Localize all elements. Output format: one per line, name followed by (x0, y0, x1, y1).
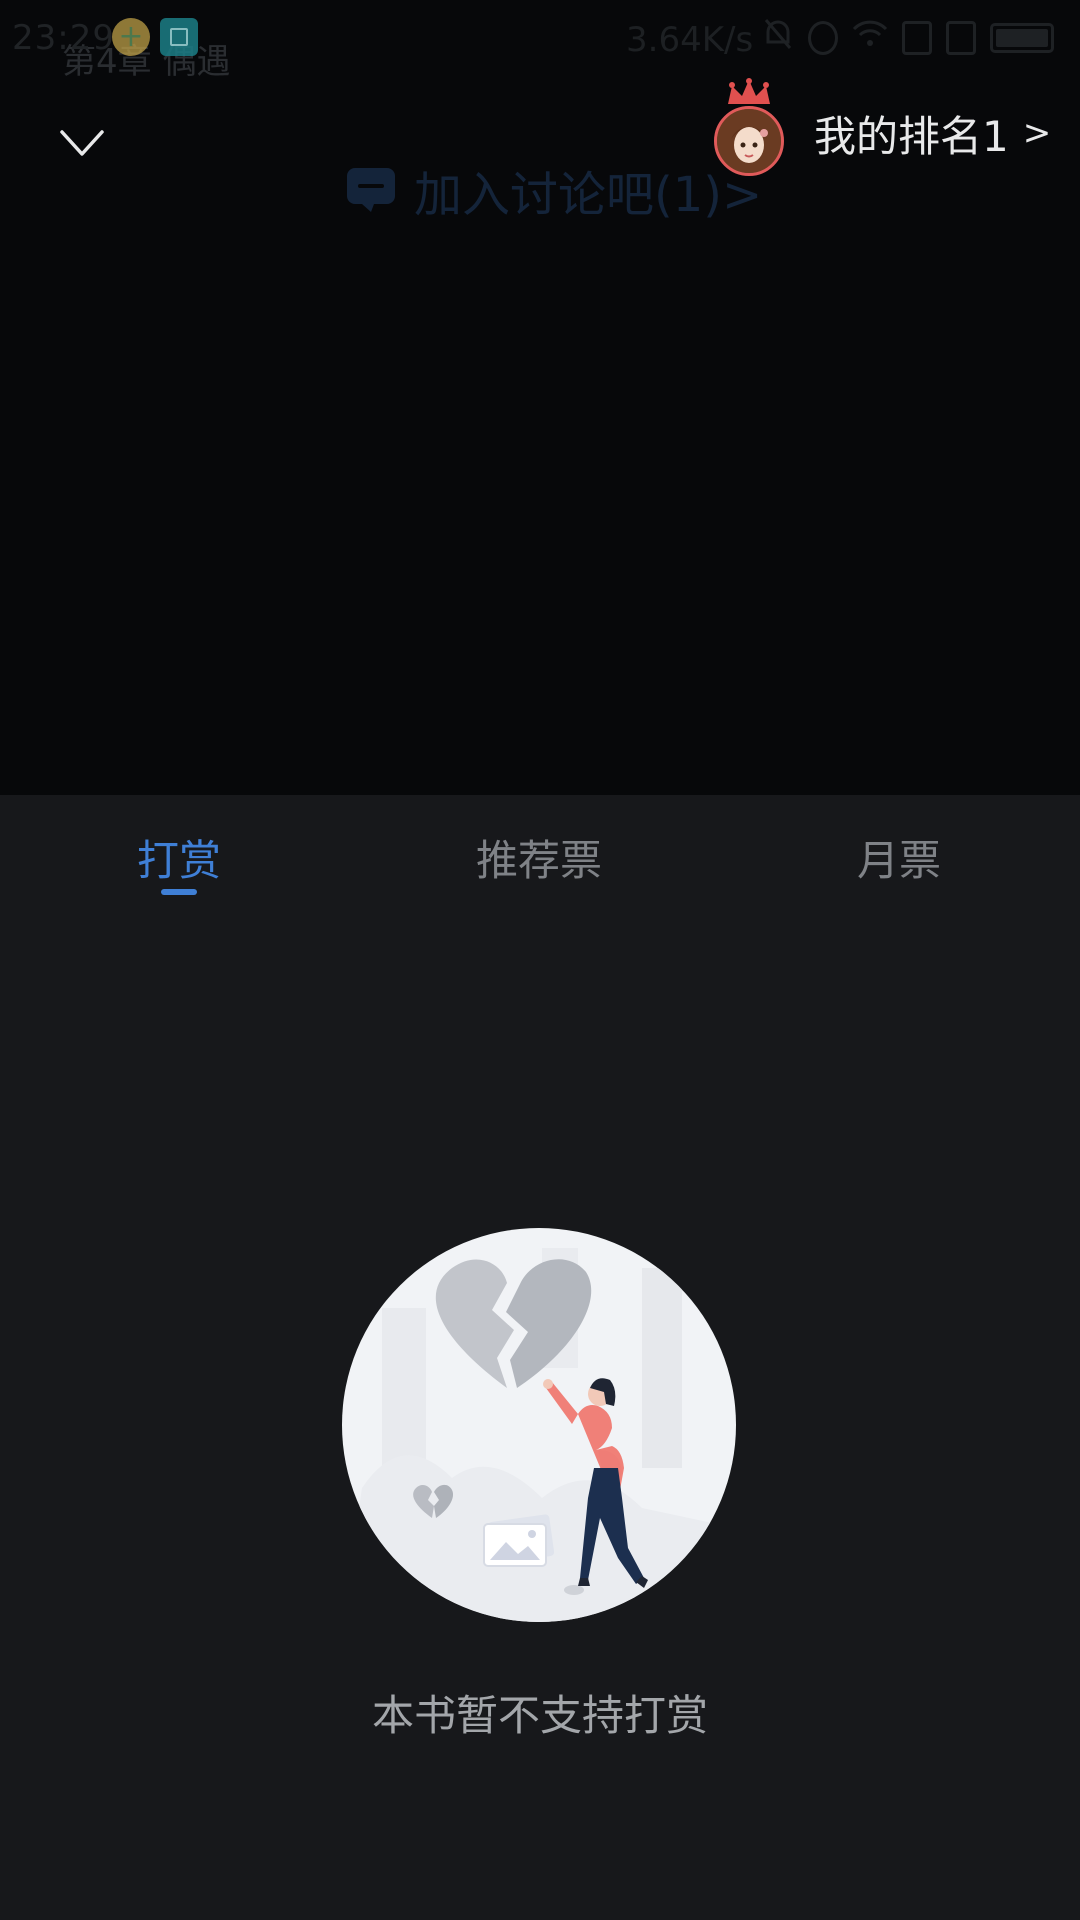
chevron-down-icon (60, 130, 104, 156)
join-discussion-link[interactable]: 加入讨论吧(1)> (346, 160, 762, 223)
broken-heart-illustration (342, 1228, 736, 1622)
tab-reward[interactable]: 打赏 (69, 827, 289, 888)
status-time: 23:29 (12, 18, 115, 58)
tab-monthly-ticket[interactable]: 月票 (789, 827, 1009, 888)
status-bar: 23:29 3.64K/s (0, 0, 1080, 76)
reward-screen: 第4章 偶遇 加入讨论吧(1)> 23:29 3.64K/s (0, 0, 1080, 1920)
tab-indicator (161, 889, 197, 895)
my-ranking-label: 我的排名1 (814, 111, 1009, 161)
wifi-icon (852, 18, 888, 58)
my-ranking-button[interactable]: 我的排名1 > (710, 78, 1051, 188)
chevron-right-icon: > (1022, 113, 1052, 153)
avatar-image (714, 106, 784, 176)
network-speed: 3.64K/s (626, 20, 754, 60)
battery-icon (990, 23, 1054, 53)
mute-icon (762, 16, 794, 61)
collapse-button[interactable] (52, 114, 112, 174)
sim1-icon (902, 21, 932, 55)
crown-icon (728, 78, 770, 104)
notification-yellow-icon (112, 18, 150, 56)
sim2-icon (946, 21, 976, 55)
alarm-icon (808, 21, 838, 55)
comment-bubble-icon (346, 167, 396, 213)
tab-bar: 打赏 推荐票 月票 (0, 795, 1080, 905)
status-icons (762, 16, 1054, 60)
tab-recommend-ticket[interactable]: 推荐票 (429, 827, 649, 888)
avatar (710, 78, 792, 188)
empty-state-message: 本书暂不支持打赏 (371, 1691, 708, 1740)
screenshot-icon (160, 18, 198, 56)
